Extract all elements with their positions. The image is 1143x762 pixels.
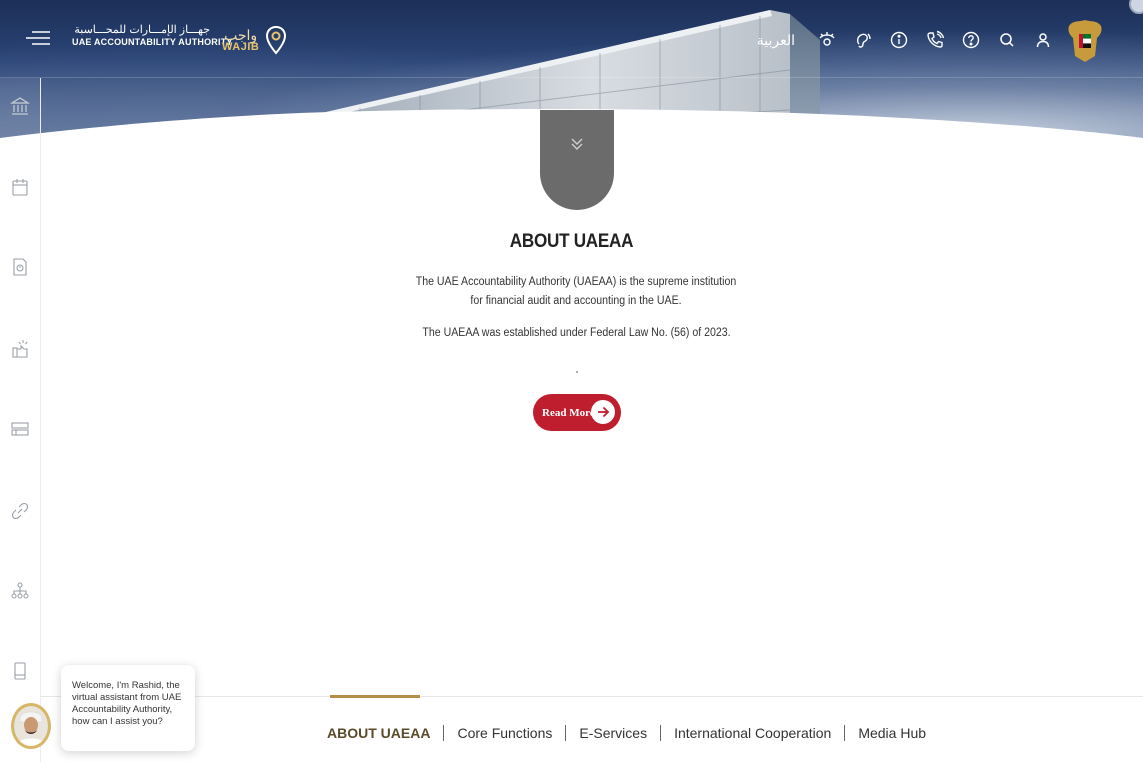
header-tools: العربية xyxy=(757,20,1105,62)
double-chevron-down-icon xyxy=(571,138,583,150)
carousel-dot[interactable] xyxy=(576,371,578,373)
search-icon[interactable] xyxy=(989,22,1025,58)
org-chart-icon[interactable] xyxy=(9,580,31,602)
nav-separator xyxy=(844,725,846,741)
read-more-label: Read More xyxy=(542,406,595,419)
wajib-text: واجب WAJIB xyxy=(222,28,259,53)
left-rail xyxy=(0,78,41,762)
uae-emblem-icon[interactable] xyxy=(1065,16,1105,64)
about-paragraph-1: The UAE Accountability Authority (UAEAA)… xyxy=(415,276,737,307)
active-tab-indicator xyxy=(330,695,420,698)
language-toggle[interactable]: العربية xyxy=(757,32,795,49)
tab-international-cooperation[interactable]: International Cooperation xyxy=(674,725,831,741)
wajib-logo[interactable]: واجب WAJIB xyxy=(222,20,287,60)
tab-core-functions[interactable]: Core Functions xyxy=(457,725,552,741)
tab-media-hub[interactable]: Media Hub xyxy=(858,725,926,741)
nav-separator xyxy=(565,725,567,741)
calendar-icon[interactable] xyxy=(9,176,31,198)
uaeaa-logo[interactable]: جهـــاز الإمـــارات للمحـــاسبة UAE ACCO… xyxy=(72,24,233,48)
corner-badge-icon[interactable] xyxy=(1129,0,1143,14)
help-icon[interactable] xyxy=(953,22,989,58)
arrow-right-icon xyxy=(591,400,615,424)
about-paragraph-2: The UAEAA was established under Federal … xyxy=(422,327,731,339)
assistant-avatar-icon xyxy=(14,706,48,746)
wajib-english: WAJIB xyxy=(222,40,260,53)
info-icon[interactable] xyxy=(881,22,917,58)
phone-icon[interactable] xyxy=(917,22,953,58)
document-icon[interactable] xyxy=(9,256,31,278)
link-icon[interactable] xyxy=(9,500,31,522)
assistant-avatar[interactable] xyxy=(11,703,51,749)
hearing-icon[interactable] xyxy=(845,22,881,58)
bottom-nav: ABOUT UAEAA Core Functions E-Services In… xyxy=(41,695,1143,762)
user-icon[interactable] xyxy=(1025,22,1061,58)
ideas-icon[interactable] xyxy=(9,338,31,360)
nav-separator xyxy=(443,725,445,741)
menu-icon[interactable] xyxy=(24,26,52,48)
tab-about-uaeaa[interactable]: ABOUT UAEAA xyxy=(327,725,430,741)
wajib-arabic: واجب xyxy=(224,26,258,43)
mobile-icon[interactable] xyxy=(9,660,31,682)
services-icon[interactable] xyxy=(9,418,31,440)
institution-icon[interactable] xyxy=(9,95,31,117)
tab-e-services[interactable]: E-Services xyxy=(579,725,647,741)
chat-welcome-bubble[interactable]: Welcome, I'm Rashid, the virtual assista… xyxy=(61,665,195,751)
nav-separator xyxy=(660,725,662,741)
logo-arabic: جهـــاز الإمـــارات للمحـــاسبة xyxy=(74,24,210,36)
location-pin-icon xyxy=(266,25,287,55)
eye-accessibility-icon[interactable] xyxy=(809,22,845,58)
about-title: ABOUT UAEAA xyxy=(509,231,634,252)
scroll-down-button[interactable] xyxy=(540,110,614,210)
top-bar: جهـــاز الإمـــارات للمحـــاسبة UAE ACCO… xyxy=(0,0,1143,78)
bottom-nav-items: ABOUT UAEAA Core Functions E-Services In… xyxy=(327,725,926,741)
logo-english: UAE ACCOUNTABILITY AUTHORITY xyxy=(72,37,233,48)
read-more-button[interactable]: Read More xyxy=(533,394,621,431)
chat-message: Welcome, I'm Rashid, the virtual assista… xyxy=(72,680,182,727)
